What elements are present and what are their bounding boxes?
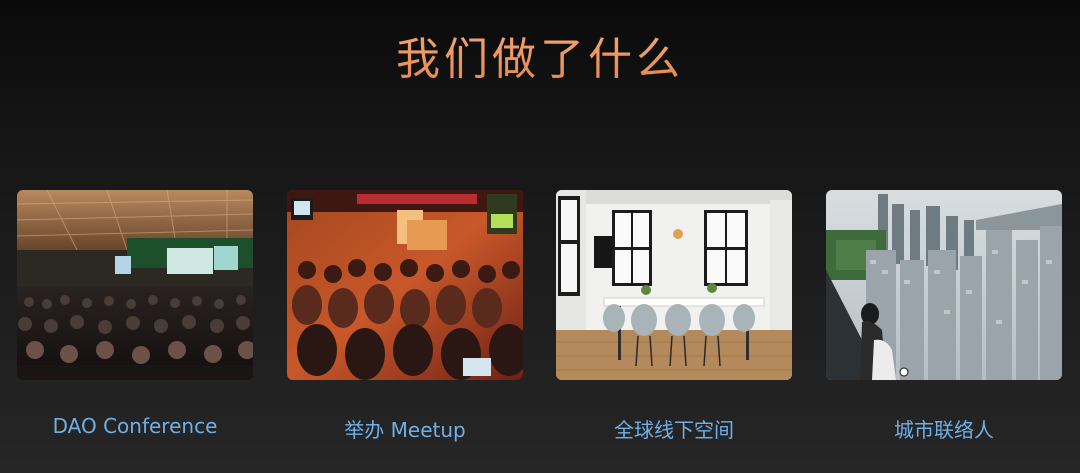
city-skyline-photo[interactable] [826, 190, 1062, 380]
card-meetup[interactable]: 举办 Meetup [287, 190, 523, 442]
office-meeting-room-photo[interactable] [556, 190, 792, 380]
card-city-liaison[interactable]: 城市联络人 [826, 190, 1062, 442]
card-global-space[interactable]: 全球线下空间 [556, 190, 792, 442]
card-caption[interactable]: 城市联络人 [806, 414, 1080, 443]
page-title: 我们做了什么 [0, 30, 1080, 90]
card-dao-conference[interactable]: DAO Conference [17, 190, 253, 438]
conference-hall-photo[interactable] [17, 190, 253, 380]
card-caption[interactable]: DAO Conference [0, 414, 273, 438]
card-caption[interactable]: 举办 Meetup [267, 414, 543, 443]
meetup-crowd-photo[interactable] [287, 190, 523, 380]
card-caption[interactable]: 全球线下空间 [536, 414, 812, 443]
